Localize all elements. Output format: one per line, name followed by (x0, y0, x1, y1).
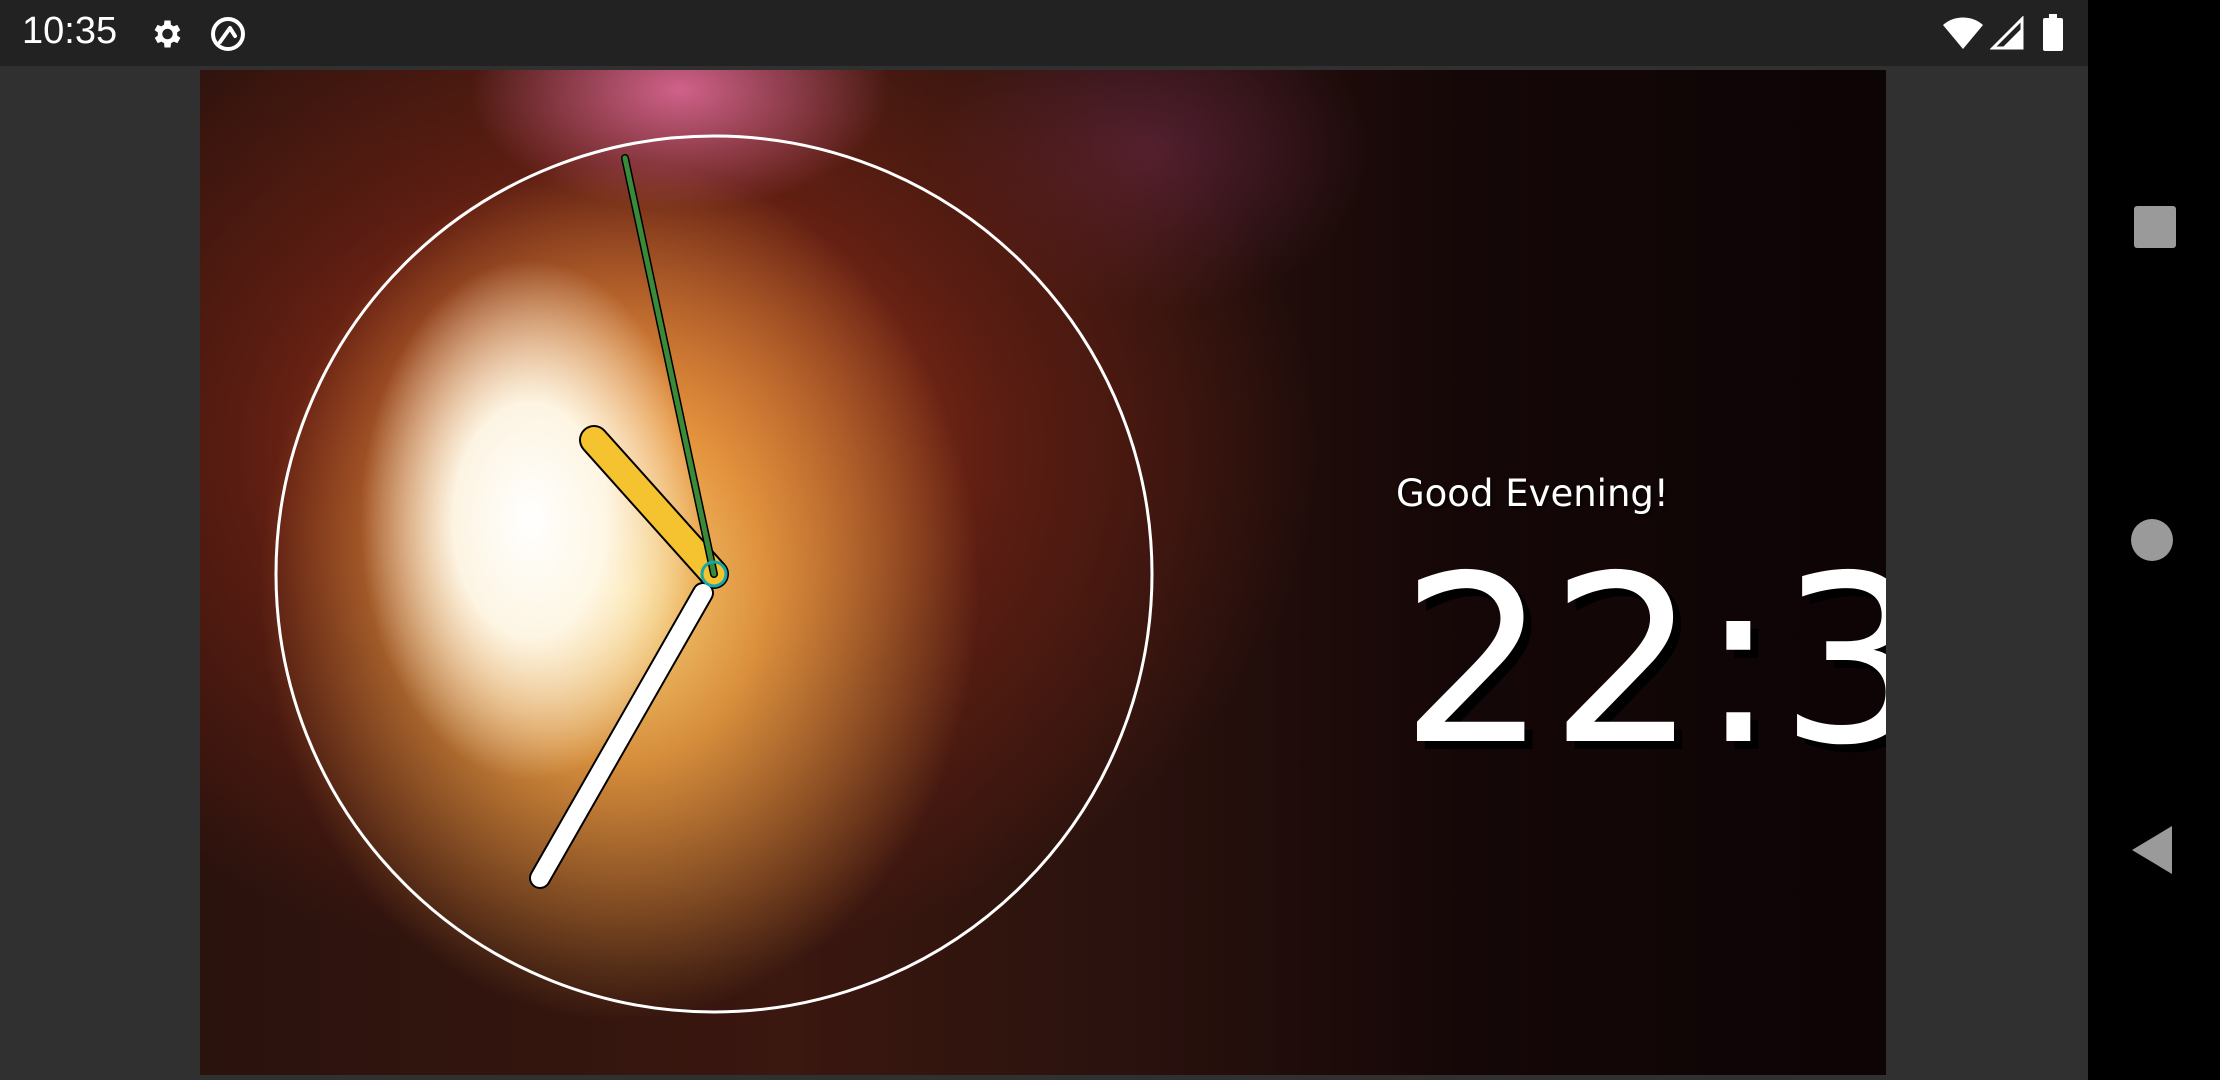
back-triangle-icon[interactable] (2116, 820, 2192, 880)
wifi-icon (1943, 17, 1983, 49)
app-notification-icon (211, 17, 245, 51)
clock-wallpaper[interactable]: Good Evening! 22:35 (200, 70, 1886, 1075)
status-time: 10:35 (22, 10, 118, 52)
signal-icon (1990, 16, 2024, 50)
recents-square-icon[interactable] (2116, 198, 2192, 258)
digital-clock-time: 22:35 (1400, 526, 1886, 796)
minute-hand (529, 582, 714, 889)
status-bar: 10:35 (0, 0, 2088, 66)
battery-icon (2043, 14, 2063, 51)
greeting-text: Good Evening! (1396, 472, 1669, 515)
gear-icon (154, 20, 181, 48)
home-circle-icon[interactable] (2116, 510, 2192, 570)
